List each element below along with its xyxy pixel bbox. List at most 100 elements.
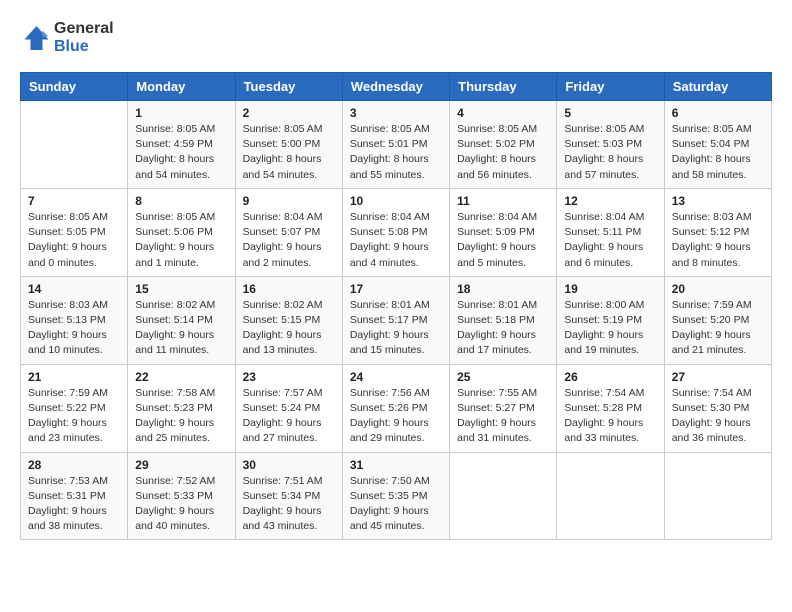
day-header-saturday: Saturday: [664, 73, 771, 101]
calendar-cell: 13 Sunrise: 8:03 AM Sunset: 5:12 PM Dayl…: [664, 188, 771, 276]
calendar-cell: 8 Sunrise: 8:05 AM Sunset: 5:06 PM Dayli…: [128, 188, 235, 276]
calendar-cell: 23 Sunrise: 7:57 AM Sunset: 5:24 PM Dayl…: [235, 364, 342, 452]
day-number: 30: [243, 458, 335, 472]
page-header: General Blue: [20, 20, 772, 56]
calendar-cell: 15 Sunrise: 8:02 AM Sunset: 5:14 PM Dayl…: [128, 276, 235, 364]
day-number: 23: [243, 370, 335, 384]
calendar-cell: 3 Sunrise: 8:05 AM Sunset: 5:01 PM Dayli…: [342, 101, 449, 189]
day-info: Sunrise: 7:57 AM Sunset: 5:24 PM Dayligh…: [243, 386, 335, 447]
day-number: 2: [243, 106, 335, 120]
day-info: Sunrise: 7:58 AM Sunset: 5:23 PM Dayligh…: [135, 386, 227, 447]
calendar-cell: 29 Sunrise: 7:52 AM Sunset: 5:33 PM Dayl…: [128, 452, 235, 540]
day-info: Sunrise: 8:04 AM Sunset: 5:07 PM Dayligh…: [243, 210, 335, 271]
day-info: Sunrise: 8:05 AM Sunset: 5:05 PM Dayligh…: [28, 210, 120, 271]
day-number: 11: [457, 194, 549, 208]
day-number: 19: [564, 282, 656, 296]
calendar-cell: 20 Sunrise: 7:59 AM Sunset: 5:20 PM Dayl…: [664, 276, 771, 364]
day-number: 15: [135, 282, 227, 296]
day-number: 4: [457, 106, 549, 120]
day-number: 8: [135, 194, 227, 208]
week-row-2: 14 Sunrise: 8:03 AM Sunset: 5:13 PM Dayl…: [21, 276, 772, 364]
day-info: Sunrise: 8:01 AM Sunset: 5:17 PM Dayligh…: [350, 298, 442, 359]
calendar-cell: 22 Sunrise: 7:58 AM Sunset: 5:23 PM Dayl…: [128, 364, 235, 452]
day-info: Sunrise: 8:04 AM Sunset: 5:08 PM Dayligh…: [350, 210, 442, 271]
logo-icon: [20, 23, 50, 53]
day-number: 21: [28, 370, 120, 384]
day-number: 12: [564, 194, 656, 208]
day-number: 29: [135, 458, 227, 472]
calendar-cell: 21 Sunrise: 7:59 AM Sunset: 5:22 PM Dayl…: [21, 364, 128, 452]
day-info: Sunrise: 8:00 AM Sunset: 5:19 PM Dayligh…: [564, 298, 656, 359]
calendar-cell: 30 Sunrise: 7:51 AM Sunset: 5:34 PM Dayl…: [235, 452, 342, 540]
day-number: 16: [243, 282, 335, 296]
day-number: 20: [672, 282, 764, 296]
day-number: 6: [672, 106, 764, 120]
day-number: 9: [243, 194, 335, 208]
week-row-0: 1 Sunrise: 8:05 AM Sunset: 4:59 PM Dayli…: [21, 101, 772, 189]
day-number: 13: [672, 194, 764, 208]
day-header-thursday: Thursday: [450, 73, 557, 101]
calendar-cell: 12 Sunrise: 8:04 AM Sunset: 5:11 PM Dayl…: [557, 188, 664, 276]
day-info: Sunrise: 8:02 AM Sunset: 5:15 PM Dayligh…: [243, 298, 335, 359]
day-number: 5: [564, 106, 656, 120]
day-info: Sunrise: 7:59 AM Sunset: 5:22 PM Dayligh…: [28, 386, 120, 447]
day-number: 17: [350, 282, 442, 296]
day-info: Sunrise: 8:04 AM Sunset: 5:09 PM Dayligh…: [457, 210, 549, 271]
day-info: Sunrise: 8:04 AM Sunset: 5:11 PM Dayligh…: [564, 210, 656, 271]
calendar-cell: [557, 452, 664, 540]
day-info: Sunrise: 7:54 AM Sunset: 5:30 PM Dayligh…: [672, 386, 764, 447]
calendar-cell: 1 Sunrise: 8:05 AM Sunset: 4:59 PM Dayli…: [128, 101, 235, 189]
day-info: Sunrise: 8:03 AM Sunset: 5:12 PM Dayligh…: [672, 210, 764, 271]
day-number: 26: [564, 370, 656, 384]
day-info: Sunrise: 7:51 AM Sunset: 5:34 PM Dayligh…: [243, 474, 335, 535]
day-number: 24: [350, 370, 442, 384]
day-number: 1: [135, 106, 227, 120]
calendar-cell: 9 Sunrise: 8:04 AM Sunset: 5:07 PM Dayli…: [235, 188, 342, 276]
day-info: Sunrise: 7:53 AM Sunset: 5:31 PM Dayligh…: [28, 474, 120, 535]
day-number: 3: [350, 106, 442, 120]
calendar-cell: 19 Sunrise: 8:00 AM Sunset: 5:19 PM Dayl…: [557, 276, 664, 364]
calendar-cell: 11 Sunrise: 8:04 AM Sunset: 5:09 PM Dayl…: [450, 188, 557, 276]
day-number: 31: [350, 458, 442, 472]
calendar-header-row: SundayMondayTuesdayWednesdayThursdayFrid…: [21, 73, 772, 101]
day-info: Sunrise: 7:50 AM Sunset: 5:35 PM Dayligh…: [350, 474, 442, 535]
calendar-cell: 27 Sunrise: 7:54 AM Sunset: 5:30 PM Dayl…: [664, 364, 771, 452]
calendar-body: 1 Sunrise: 8:05 AM Sunset: 4:59 PM Dayli…: [21, 101, 772, 540]
day-info: Sunrise: 8:05 AM Sunset: 5:02 PM Dayligh…: [457, 122, 549, 183]
week-row-3: 21 Sunrise: 7:59 AM Sunset: 5:22 PM Dayl…: [21, 364, 772, 452]
day-number: 22: [135, 370, 227, 384]
day-info: Sunrise: 8:05 AM Sunset: 5:04 PM Dayligh…: [672, 122, 764, 183]
day-header-tuesday: Tuesday: [235, 73, 342, 101]
day-info: Sunrise: 8:05 AM Sunset: 4:59 PM Dayligh…: [135, 122, 227, 183]
day-info: Sunrise: 8:05 AM Sunset: 5:06 PM Dayligh…: [135, 210, 227, 271]
day-info: Sunrise: 7:52 AM Sunset: 5:33 PM Dayligh…: [135, 474, 227, 535]
calendar-cell: 24 Sunrise: 7:56 AM Sunset: 5:26 PM Dayl…: [342, 364, 449, 452]
logo: General Blue: [20, 20, 114, 56]
calendar-cell: 4 Sunrise: 8:05 AM Sunset: 5:02 PM Dayli…: [450, 101, 557, 189]
calendar-cell: 2 Sunrise: 8:05 AM Sunset: 5:00 PM Dayli…: [235, 101, 342, 189]
day-info: Sunrise: 8:02 AM Sunset: 5:14 PM Dayligh…: [135, 298, 227, 359]
calendar-cell: 28 Sunrise: 7:53 AM Sunset: 5:31 PM Dayl…: [21, 452, 128, 540]
week-row-4: 28 Sunrise: 7:53 AM Sunset: 5:31 PM Dayl…: [21, 452, 772, 540]
calendar-cell: 10 Sunrise: 8:04 AM Sunset: 5:08 PM Dayl…: [342, 188, 449, 276]
day-header-wednesday: Wednesday: [342, 73, 449, 101]
day-number: 27: [672, 370, 764, 384]
logo-text: General Blue: [54, 20, 114, 56]
day-info: Sunrise: 7:59 AM Sunset: 5:20 PM Dayligh…: [672, 298, 764, 359]
day-number: 10: [350, 194, 442, 208]
calendar-cell: 25 Sunrise: 7:55 AM Sunset: 5:27 PM Dayl…: [450, 364, 557, 452]
day-info: Sunrise: 8:05 AM Sunset: 5:01 PM Dayligh…: [350, 122, 442, 183]
calendar-cell: 31 Sunrise: 7:50 AM Sunset: 5:35 PM Dayl…: [342, 452, 449, 540]
day-header-friday: Friday: [557, 73, 664, 101]
calendar-cell: 6 Sunrise: 8:05 AM Sunset: 5:04 PM Dayli…: [664, 101, 771, 189]
day-number: 25: [457, 370, 549, 384]
day-info: Sunrise: 7:56 AM Sunset: 5:26 PM Dayligh…: [350, 386, 442, 447]
calendar-cell: [21, 101, 128, 189]
day-info: Sunrise: 7:55 AM Sunset: 5:27 PM Dayligh…: [457, 386, 549, 447]
calendar-cell: 5 Sunrise: 8:05 AM Sunset: 5:03 PM Dayli…: [557, 101, 664, 189]
calendar-cell: 26 Sunrise: 7:54 AM Sunset: 5:28 PM Dayl…: [557, 364, 664, 452]
calendar-cell: [450, 452, 557, 540]
calendar-cell: 7 Sunrise: 8:05 AM Sunset: 5:05 PM Dayli…: [21, 188, 128, 276]
day-number: 18: [457, 282, 549, 296]
day-header-sunday: Sunday: [21, 73, 128, 101]
